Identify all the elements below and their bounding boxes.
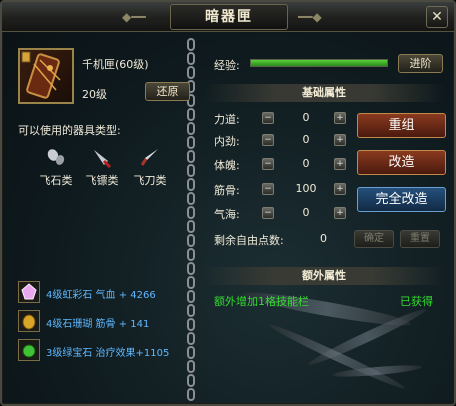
- experience-label: 经验:: [214, 59, 240, 72]
- reorganize-button[interactable]: 重组: [357, 113, 446, 138]
- free-points-value: 0: [320, 232, 327, 245]
- usable-types-label: 可以使用的器具类型:: [18, 124, 121, 137]
- attribute-value: 0: [302, 133, 310, 146]
- item-name: 千机匣(60级): [82, 58, 149, 71]
- gem-slot[interactable]: [18, 281, 40, 303]
- weapon-type-label: 飞刀类: [133, 174, 167, 187]
- experience-bar-fill: [251, 60, 387, 66]
- gem-slot-row[interactable]: 4级虹彩石 气血 + 4266: [18, 281, 186, 305]
- gem-text: 4级石珊瑚 筋骨 + 141: [46, 319, 150, 330]
- increase-button[interactable]: +: [334, 112, 346, 124]
- attribute-name: 筋骨:: [214, 184, 240, 197]
- advance-button[interactable]: 进阶: [398, 54, 443, 73]
- decrease-button[interactable]: −: [262, 207, 274, 219]
- gem-text: 3级绿宝石 治疗效果+1105: [46, 348, 170, 359]
- weapon-type-label: 飞石类: [39, 174, 73, 187]
- window-title: 暗器匣: [170, 4, 288, 30]
- weapon-type-flying-knife: 飞刀类: [130, 146, 170, 188]
- rainbow-stone-icon: [21, 283, 37, 300]
- coral-stone-icon: [22, 314, 36, 330]
- extra-attribute-text: 额外增加1格技能栏: [214, 295, 309, 308]
- gem-slot-row[interactable]: 4级石珊瑚 筋骨 + 141: [18, 310, 186, 334]
- restore-button[interactable]: 还原: [145, 82, 190, 101]
- weapon-type-label: 飞镖类: [85, 174, 119, 187]
- attribute-name: 气海:: [214, 208, 240, 221]
- basic-attributes-header: 基础属性: [204, 84, 444, 102]
- dart-icon: [94, 150, 112, 168]
- full-forge-button[interactable]: 完全改造: [357, 187, 446, 212]
- attribute-value: 0: [302, 206, 310, 219]
- extra-attributes-header: 额外属性: [204, 267, 444, 285]
- attribute-name: 内劲:: [214, 135, 240, 148]
- experience-bar: [250, 59, 388, 67]
- attribute-row-physique: 体魄: − 0 +: [214, 157, 354, 172]
- attribute-row-qi-sea: 气海: − 0 +: [214, 206, 354, 221]
- forge-button[interactable]: 改造: [357, 150, 446, 175]
- attribute-row-strength: 力道: − 0 +: [214, 111, 354, 126]
- decrease-button[interactable]: −: [262, 183, 274, 195]
- flying-stone-icon: [47, 149, 65, 165]
- gem-slot[interactable]: [18, 310, 40, 332]
- increase-button[interactable]: +: [334, 134, 346, 146]
- attribute-row-bones: 筋骨: − 100 +: [214, 182, 354, 197]
- emerald-icon: [22, 344, 36, 358]
- attribute-value: 0: [302, 157, 310, 170]
- decrease-button[interactable]: −: [262, 134, 274, 146]
- increase-button[interactable]: +: [334, 207, 346, 219]
- gem-slot-row[interactable]: 3级绿宝石 治疗效果+1105: [18, 339, 186, 363]
- free-points-label: 剩余自由点数:: [214, 234, 284, 247]
- gem-slot[interactable]: [18, 339, 40, 361]
- flying-knife-icon: [140, 149, 158, 166]
- attribute-value: 0: [302, 111, 310, 124]
- close-button[interactable]: ✕: [426, 6, 448, 28]
- hidden-weapon-box-window: ◆━━ 暗器匣 ━━◆ ✕ 千机匣(60级) 20级 还原 可以使用的器具类型:…: [0, 0, 456, 406]
- decrease-button[interactable]: −: [262, 158, 274, 170]
- attribute-name: 体魄:: [214, 159, 240, 172]
- title-bar[interactable]: ◆━━ 暗器匣 ━━◆ ✕: [2, 2, 454, 32]
- attribute-name: 力道:: [214, 113, 240, 126]
- extra-attribute-status: 已获得: [400, 295, 433, 308]
- title-ornament-left: ◆━━: [122, 10, 146, 24]
- weapon-type-dart: 飞镖类: [82, 146, 122, 188]
- item-slot[interactable]: [18, 48, 74, 104]
- confirm-button[interactable]: 确定: [354, 230, 394, 248]
- item-level: 20级: [82, 88, 107, 101]
- attribute-value: 100: [295, 182, 317, 195]
- increase-button[interactable]: +: [334, 183, 346, 195]
- title-ornament-right: ━━◆: [298, 10, 322, 24]
- increase-button[interactable]: +: [334, 158, 346, 170]
- gem-text: 4级虹彩石 气血 + 4266: [46, 290, 156, 301]
- reset-button[interactable]: 重置: [400, 230, 440, 248]
- decrease-button[interactable]: −: [262, 112, 274, 124]
- mechanism-box-icon: [21, 51, 61, 99]
- weapon-type-flying-stone: 飞石类: [36, 146, 76, 188]
- attribute-row-inner-force: 内劲: − 0 +: [214, 133, 354, 148]
